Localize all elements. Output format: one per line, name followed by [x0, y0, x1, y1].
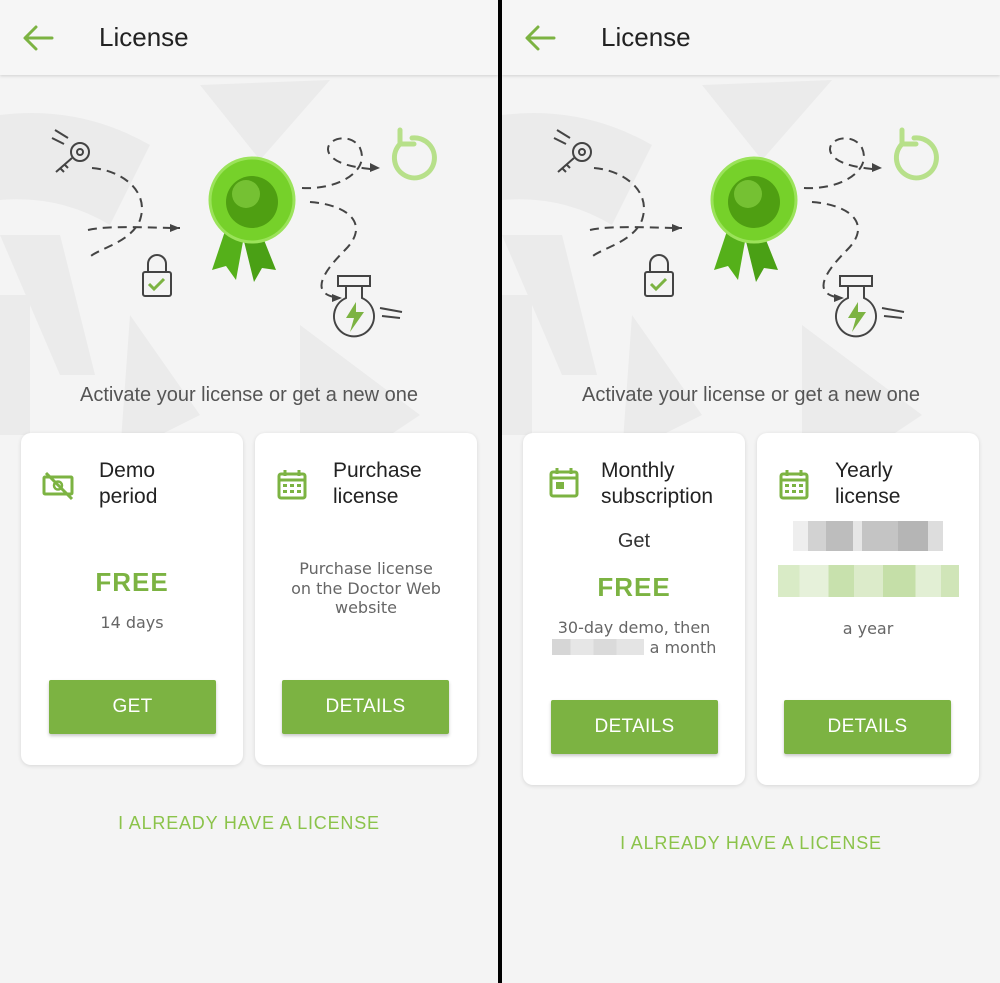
- app-bar: License: [0, 0, 498, 75]
- card-title: Purchase license: [333, 459, 422, 508]
- calendar-icon: [777, 469, 813, 503]
- card-title: Monthly subscription: [601, 459, 714, 508]
- duration-text: 14 days: [100, 613, 164, 632]
- no-money-icon: [41, 469, 77, 503]
- card-monthly-subscription: Monthly subscription Get FREE 30-day dem…: [523, 433, 745, 785]
- app-bar: License: [502, 0, 1000, 75]
- subtitle: Activate your license or get a new one: [80, 384, 418, 406]
- card-purchase-license: Purchase license Purchase license on the…: [255, 433, 477, 765]
- redacted-price: [551, 639, 644, 656]
- card-yearly-license: Yearly license a year DETAILS: [757, 433, 979, 785]
- get-button[interactable]: GET: [49, 680, 216, 734]
- card-title: Demo period: [99, 459, 158, 508]
- details-button[interactable]: DETAILS: [282, 680, 449, 734]
- details-button[interactable]: DETAILS: [551, 700, 718, 754]
- card-title: Yearly license: [835, 459, 901, 508]
- redacted-old-price: [793, 521, 943, 551]
- screen-left: License Activate your license or get a n…: [0, 0, 498, 983]
- back-arrow-icon[interactable]: [522, 22, 558, 54]
- card-demo-period: Demo period FREE 14 days GET: [21, 433, 243, 765]
- license-illustration: [40, 110, 460, 350]
- already-have-license-link[interactable]: I ALREADY HAVE A LICENSE: [0, 813, 498, 834]
- screen-right: License Activate your license or get a n…: [502, 0, 1000, 983]
- redacted-yearly-price: [778, 565, 959, 597]
- subtitle: Activate your license or get a new one: [582, 384, 920, 406]
- period-text: a year: [842, 619, 894, 638]
- details-button[interactable]: DETAILS: [784, 700, 951, 754]
- price-free: FREE: [597, 572, 671, 602]
- monthly-price-line: a month: [523, 638, 745, 658]
- back-arrow-icon[interactable]: [20, 22, 56, 54]
- page-title: License: [99, 22, 189, 52]
- page-title: License: [601, 22, 691, 52]
- calendar-icon: [275, 469, 311, 503]
- subscription-description: 30-day demo, then a month: [523, 618, 745, 657]
- calendar-icon: [547, 467, 583, 501]
- purchase-description: Purchase license on the Doctor Web websi…: [291, 559, 441, 617]
- price-free: FREE: [95, 567, 169, 597]
- get-label: Get: [617, 530, 651, 552]
- already-have-license-link[interactable]: I ALREADY HAVE A LICENSE: [502, 833, 1000, 854]
- license-illustration: [542, 110, 962, 350]
